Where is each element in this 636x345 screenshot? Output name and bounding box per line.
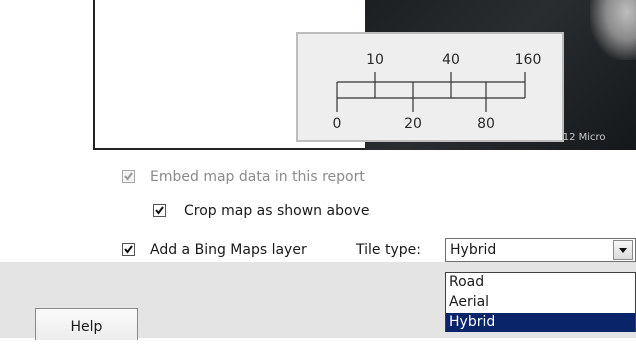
bing-maps-layer-checkbox[interactable]: [122, 243, 135, 256]
tile-type-value: Hybrid: [450, 242, 497, 258]
scale-bottom-tick-label: 80: [477, 116, 495, 132]
crop-map-label: Crop map as shown above: [184, 203, 370, 219]
checkmark-icon: [124, 172, 133, 181]
scale-top-tick-label: 160: [515, 52, 542, 68]
chevron-down-icon: [619, 248, 627, 253]
crop-map-checkbox[interactable]: [153, 204, 166, 217]
scale-bottom-tick-label: 20: [404, 116, 422, 132]
checkmark-icon: [155, 206, 164, 215]
tile-type-label: Tile type:: [356, 242, 421, 258]
checkmark-icon: [124, 245, 133, 254]
scale-bottom-tick-label: 0: [333, 116, 342, 132]
bing-maps-layer-label: Add a Bing Maps layer: [150, 242, 307, 258]
embed-map-data-checkbox[interactable]: [122, 170, 135, 183]
embed-map-data-label: Embed map data in this report: [150, 169, 365, 185]
scale-top-tick-label: 40: [442, 52, 460, 68]
tile-type-dropdown-button[interactable]: [613, 240, 633, 260]
tile-type-option-road[interactable]: Road: [446, 273, 635, 292]
scale-bar: 10 40 160 0 20 80: [333, 52, 542, 132]
scale-top-tick-label: 10: [366, 52, 384, 68]
map-terrain: [590, 0, 636, 60]
tile-type-option-hybrid[interactable]: Hybrid: [446, 313, 635, 332]
tile-type-option-aerial[interactable]: Aerial: [446, 293, 635, 312]
help-button[interactable]: Help: [35, 308, 138, 340]
